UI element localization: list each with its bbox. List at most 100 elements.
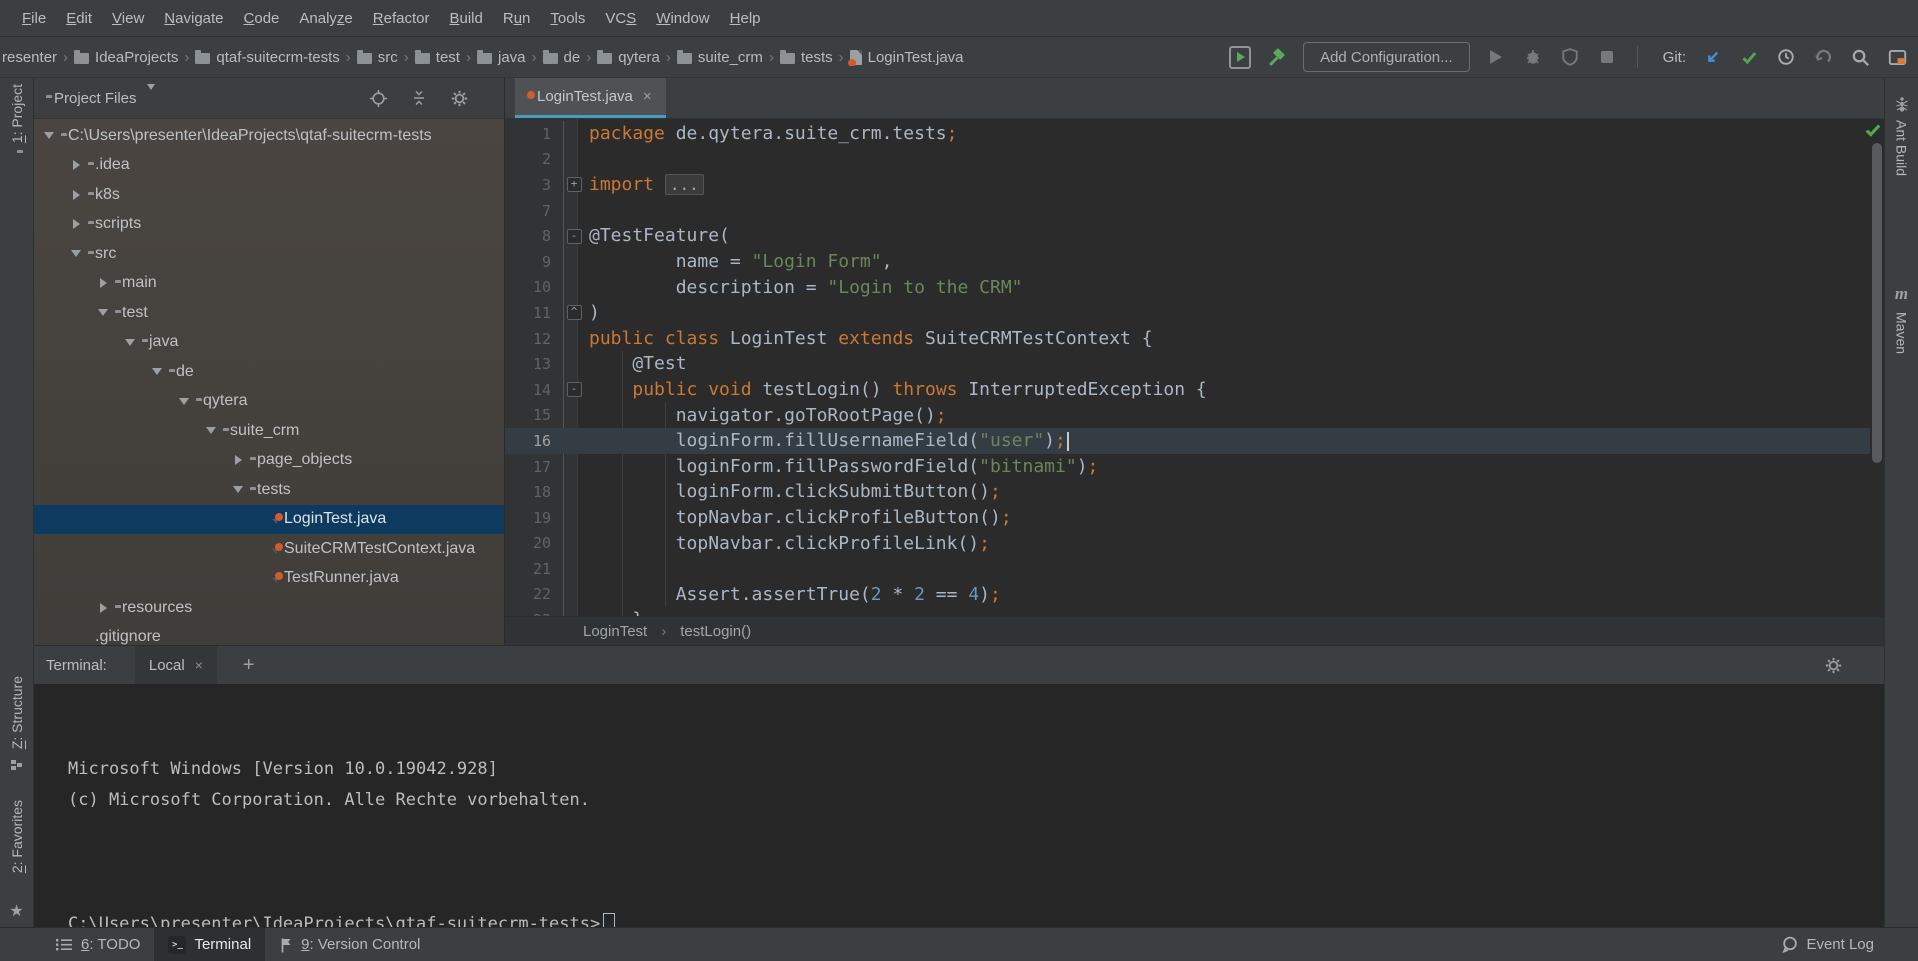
code-line-19[interactable]: 19 topNavbar.clickProfileButton(); bbox=[505, 505, 1870, 531]
menu-item-vcs[interactable]: VCS bbox=[595, 10, 646, 27]
breadcrumb-item-qytera[interactable]: qytera bbox=[595, 49, 662, 66]
tree-item-testrunner-java[interactable]: TestRunner.java bbox=[34, 564, 504, 594]
project-view-title[interactable]: Project Files bbox=[54, 90, 137, 107]
breadcrumb-item-resenter[interactable]: resenter bbox=[0, 49, 59, 66]
run-icon[interactable] bbox=[1485, 46, 1507, 68]
tab-logintest-java[interactable]: LoginTest.java × bbox=[515, 78, 666, 118]
breadcrumb-item-java[interactable]: java bbox=[475, 49, 528, 66]
run-configuration-select[interactable]: Add Configuration... bbox=[1303, 42, 1470, 72]
gear-icon[interactable] bbox=[451, 90, 468, 107]
terminal-prompt-line[interactable]: C:\Users\presenter\IdeaProjects\qtaf-sui… bbox=[68, 909, 1884, 927]
breadcrumb-method[interactable]: testLogin() bbox=[680, 623, 751, 640]
fold-marker-plus-icon[interactable]: + bbox=[567, 177, 582, 192]
tree-item-suite-crm[interactable]: suite_crm bbox=[34, 416, 504, 446]
code-line-7[interactable]: 7 bbox=[505, 198, 1870, 224]
menu-item-tools[interactable]: Tools bbox=[540, 10, 595, 27]
close-icon[interactable]: × bbox=[195, 657, 203, 673]
statusbar-todo[interactable]: 6: TODO bbox=[42, 928, 154, 961]
code-line-10[interactable]: 10 description = "Login to the CRM" bbox=[505, 275, 1870, 301]
code-line-12[interactable]: 12public class LoginTest extends SuiteCR… bbox=[505, 326, 1870, 352]
terminal-settings-gear-icon[interactable] bbox=[1825, 657, 1842, 674]
chevron-expanded-icon[interactable] bbox=[67, 250, 85, 257]
code-line-8[interactable]: 8-@TestFeature( bbox=[505, 223, 1870, 249]
tool-window-button-project[interactable]: 1: Project bbox=[0, 84, 33, 153]
chevron-expanded-icon[interactable] bbox=[148, 368, 166, 375]
tree-item-suitecrmtestcontext-java[interactable]: SuiteCRMTestContext.java bbox=[34, 534, 504, 564]
code-line-15[interactable]: 15 navigator.goToRootPage(); bbox=[505, 403, 1870, 429]
chevron-expanded-icon[interactable] bbox=[202, 427, 220, 434]
tool-window-button-favorites[interactable]: 2: Favorites bbox=[0, 800, 33, 873]
history-icon[interactable] bbox=[1775, 46, 1797, 68]
debug-icon[interactable] bbox=[1522, 46, 1544, 68]
git-update-icon[interactable] bbox=[1701, 46, 1723, 68]
menu-item-edit[interactable]: Edit bbox=[56, 10, 102, 27]
fold-marker-minus-icon[interactable]: - bbox=[567, 229, 582, 244]
menu-item-analyze[interactable]: Analyze bbox=[289, 10, 362, 27]
tree-item-java[interactable]: java bbox=[34, 328, 504, 358]
search-everywhere-icon[interactable] bbox=[1849, 46, 1871, 68]
chevron-collapsed-icon[interactable] bbox=[67, 160, 85, 170]
stop-icon[interactable] bbox=[1596, 46, 1618, 68]
build-hammer-icon[interactable] bbox=[1266, 46, 1288, 68]
fold-marker-minus-icon[interactable]: - bbox=[567, 382, 582, 397]
menu-item-file[interactable]: File bbox=[12, 10, 56, 27]
tree-item-tests[interactable]: tests bbox=[34, 475, 504, 505]
code-editor[interactable]: 1package de.qytera.suite_crm.tests;23+im… bbox=[505, 119, 1884, 616]
chevron-collapsed-icon[interactable] bbox=[67, 190, 85, 200]
tool-windows-icon[interactable] bbox=[1886, 46, 1908, 68]
menu-item-refactor[interactable]: Refactor bbox=[363, 10, 440, 27]
terminal-output[interactable]: Microsoft Windows [Version 10.0.19042.92… bbox=[34, 684, 1884, 927]
tree-item-k8s[interactable]: k8s bbox=[34, 180, 504, 210]
tree-item-de[interactable]: de bbox=[34, 357, 504, 387]
menu-item-help[interactable]: Help bbox=[720, 10, 771, 27]
tree-item-logintest-java[interactable]: LoginTest.java bbox=[34, 505, 504, 535]
chevron-collapsed-icon[interactable] bbox=[229, 455, 247, 465]
tool-window-button-ant[interactable]: Ant Build bbox=[1885, 96, 1918, 176]
tree-item-scripts[interactable]: scripts bbox=[34, 210, 504, 240]
menu-item-navigate[interactable]: Navigate bbox=[154, 10, 233, 27]
close-icon[interactable]: × bbox=[643, 88, 652, 105]
code-line-9[interactable]: 9 name = "Login Form", bbox=[505, 249, 1870, 275]
tree-item-c-users-presenter-ideaprojects-qtaf-suitecrm-tests[interactable]: C:\Users\presenter\IdeaProjects\qtaf-sui… bbox=[34, 121, 504, 151]
code-line-17[interactable]: 17 loginForm.fillPasswordField("bitnami"… bbox=[505, 454, 1870, 480]
tree-item-page-objects[interactable]: page_objects bbox=[34, 446, 504, 476]
inspections-ok-icon[interactable] bbox=[1864, 121, 1882, 139]
code-line-16[interactable]: 16 loginForm.fillUsernameField("user"); bbox=[505, 428, 1870, 454]
tree-item-test[interactable]: test bbox=[34, 298, 504, 328]
tree-item-gitignore[interactable]: .gitignore bbox=[34, 623, 504, 646]
new-session-icon[interactable]: + bbox=[243, 646, 255, 684]
code-line-2[interactable]: 2 bbox=[505, 147, 1870, 173]
chevron-collapsed-icon[interactable] bbox=[94, 278, 112, 288]
tree-item-qytera[interactable]: qytera bbox=[34, 387, 504, 417]
run-context-icon[interactable] bbox=[1229, 46, 1251, 68]
tree-item-resources[interactable]: resources bbox=[34, 593, 504, 623]
menu-item-run[interactable]: Run bbox=[493, 10, 541, 27]
breadcrumb-class[interactable]: LoginTest bbox=[583, 623, 647, 640]
tool-window-button-structure[interactable]: Z: Structure bbox=[0, 676, 33, 771]
menu-item-code[interactable]: Code bbox=[234, 10, 290, 27]
statusbar-event-log[interactable]: Event Log bbox=[1781, 928, 1874, 961]
code-line-21[interactable]: 21 bbox=[505, 556, 1870, 582]
menu-item-view[interactable]: View bbox=[102, 10, 154, 27]
tool-window-button-maven[interactable]: m Maven bbox=[1885, 284, 1918, 354]
breadcrumb-item-suite-crm[interactable]: suite_crm bbox=[675, 49, 765, 66]
code-line-14[interactable]: 14- public void testLogin() throws Inter… bbox=[505, 377, 1870, 403]
chevron-expanded-icon[interactable] bbox=[175, 398, 193, 405]
tree-item-main[interactable]: main bbox=[34, 269, 504, 299]
breadcrumb-item-tests[interactable]: tests bbox=[778, 49, 835, 66]
chevron-expanded-icon[interactable] bbox=[121, 339, 139, 346]
chevron-down-icon[interactable] bbox=[147, 90, 155, 107]
code-line-3[interactable]: 3+import ... bbox=[505, 172, 1870, 198]
statusbar-terminal[interactable]: >_ Terminal bbox=[154, 928, 265, 961]
collapse-all-icon[interactable] bbox=[411, 90, 427, 106]
menu-item-build[interactable]: Build bbox=[439, 10, 492, 27]
breadcrumb-item-test[interactable]: test bbox=[413, 49, 462, 66]
fold-marker-end-icon[interactable]: ^ bbox=[567, 305, 582, 320]
terminal-tab-local[interactable]: Local × bbox=[135, 646, 217, 684]
chevron-collapsed-icon[interactable] bbox=[94, 603, 112, 613]
code-line-11[interactable]: 11^) bbox=[505, 300, 1870, 326]
tree-item-idea[interactable]: .idea bbox=[34, 151, 504, 181]
star-icon[interactable]: ★ bbox=[0, 901, 33, 921]
scrollbar-thumb[interactable] bbox=[1872, 143, 1882, 463]
chevron-expanded-icon[interactable] bbox=[229, 486, 247, 493]
